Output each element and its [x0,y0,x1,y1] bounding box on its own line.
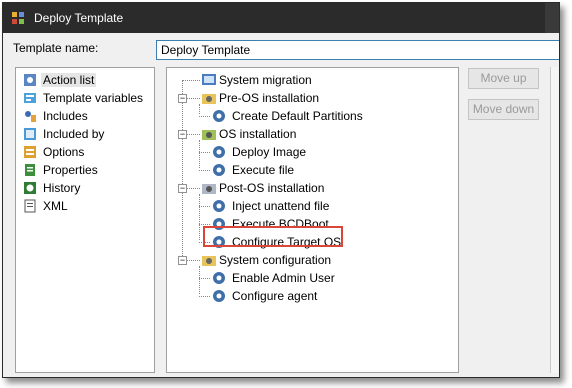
system-migration-icon [202,74,216,85]
section-item-action-list[interactable]: Action list [19,71,154,89]
tree-connector [187,134,200,135]
section-list: Action list Template variables Includes … [15,67,155,373]
section-item-template-variables[interactable]: Template variables [19,89,154,107]
tree-connector [187,98,200,99]
app-icon [12,12,24,24]
collapse-icon[interactable]: − [178,256,187,265]
collapse-icon[interactable]: − [178,130,187,139]
highlight-box [203,226,343,247]
move-down-button[interactable]: Move down [468,99,539,120]
deploy-template-window: Deploy Template Template name: Action li… [2,2,560,378]
folder-gear-icon [202,184,216,194]
right-panel-edge [550,67,559,373]
window-title: Deploy Template [34,11,124,25]
window-control[interactable] [545,3,559,33]
section-label: History [43,181,81,195]
move-up-button[interactable]: Move up [468,68,539,89]
tree-connector [182,80,200,81]
tree-node-label: Pre-OS installation [219,91,320,105]
section-label: XML [43,199,68,213]
properties-icon [25,164,35,176]
includes-icon [25,111,36,122]
tree-node-os-installation[interactable]: − OS installation [177,125,447,143]
tree-node-label: OS installation [219,127,297,141]
tree-node-configure-agent[interactable]: Configure agent [194,287,447,305]
tree-node-post-os-installation[interactable]: − Post-OS installation [177,179,447,197]
tree-connector [199,278,210,279]
tree-node-create-default-partitions[interactable]: Create Default Partitions [194,107,447,125]
tree-node-label: System migration [219,73,312,87]
tree-node-inject-unattend-file[interactable]: Inject unattend file [194,197,447,215]
tree-connector [199,206,210,207]
gear-icon [213,164,225,176]
folder-gear-icon [202,94,216,104]
tree-node-label: Post-OS installation [219,181,325,195]
section-label: Options [43,145,85,159]
tree-node-label: Deploy Image [232,145,307,159]
tree-node-deploy-image[interactable]: Deploy Image [194,143,447,161]
tree-connector [187,260,200,261]
tree-node-label: Execute file [232,163,295,177]
tree-node-label: Enable Admin User [232,271,335,285]
section-label: Properties [43,163,98,177]
history-icon [24,182,36,194]
title-bar[interactable]: Deploy Template [3,3,559,33]
gear-icon [213,290,225,302]
section-label: Includes [43,109,88,123]
tree-connector [199,152,210,153]
action-tree[interactable]: System migration − Pre-OS installation C… [166,67,459,373]
tree-node-enable-admin-user[interactable]: Enable Admin User [194,269,447,287]
tree-connector [182,80,183,264]
template-name-label: Template name: [13,41,99,55]
template-name-input[interactable] [156,40,559,60]
tree-node-system-migration[interactable]: System migration [177,71,447,89]
tree-node-execute-file[interactable]: Execute file [194,161,447,179]
gear-icon [213,146,225,158]
tree-connector [187,188,200,189]
tree-node-label: Create Default Partitions [232,109,363,123]
section-item-history[interactable]: History [19,179,154,197]
tree-node-pre-os-installation[interactable]: − Pre-OS installation [177,89,447,107]
section-item-included-by[interactable]: Included by [19,125,154,143]
gear-icon [213,200,225,212]
tree-node-system-configuration[interactable]: − System configuration [177,251,447,269]
section-item-xml[interactable]: XML [19,197,154,215]
xml-icon [24,199,36,213]
folder-gear-icon [202,256,216,266]
tree-connector [199,224,210,225]
tree-connector [199,170,210,171]
template-variables-icon [24,93,36,103]
options-icon [24,146,36,158]
gear-icon [213,272,225,284]
tree-node-label: System configuration [219,253,332,267]
section-item-options[interactable]: Options [19,143,154,161]
folder-gear-icon [202,130,216,140]
section-item-properties[interactable]: Properties [19,161,154,179]
section-label: Action list [41,73,97,87]
tree-connector [199,116,210,117]
included-by-icon [24,128,36,140]
gear-icon [213,110,225,122]
tree-node-label: Inject unattend file [232,199,330,213]
action-list-icon [24,74,36,86]
section-label: Included by [43,127,105,141]
section-item-includes[interactable]: Includes [19,107,154,125]
tree-connector [199,296,210,297]
collapse-icon[interactable]: − [178,184,187,193]
section-label: Template variables [43,91,144,105]
tree-node-label: Configure agent [232,289,318,303]
collapse-icon[interactable]: − [178,94,187,103]
